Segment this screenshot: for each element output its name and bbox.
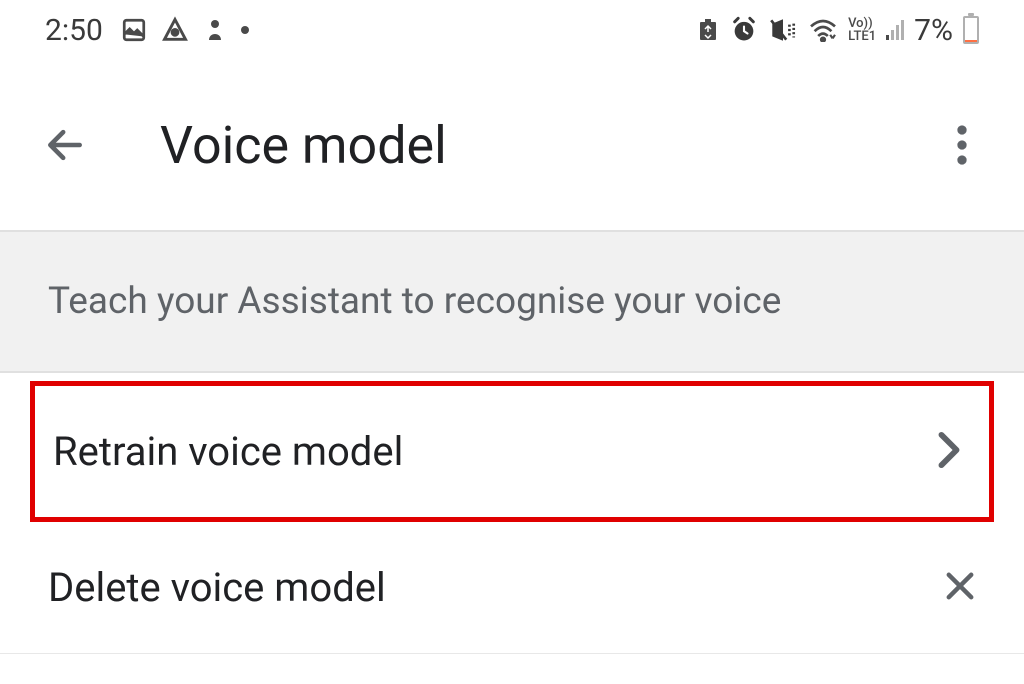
person-icon bbox=[203, 17, 227, 43]
back-arrow-icon bbox=[43, 123, 87, 167]
dot-icon bbox=[241, 26, 249, 34]
alarm-icon bbox=[730, 16, 758, 44]
battery-icon bbox=[963, 16, 979, 44]
image-icon bbox=[121, 17, 147, 43]
vibrate-icon bbox=[768, 17, 798, 43]
battery-percentage: 7% bbox=[914, 13, 953, 48]
chevron-right-icon bbox=[937, 431, 961, 473]
list-item-label: Retrain voice model bbox=[53, 428, 403, 475]
more-vertical-icon bbox=[957, 125, 967, 165]
list-item-label: Delete voice model bbox=[48, 564, 386, 611]
back-button[interactable] bbox=[40, 120, 90, 170]
delete-voice-model-item[interactable]: Delete voice model bbox=[0, 522, 1024, 654]
recycle-icon bbox=[696, 17, 720, 43]
more-options-button[interactable] bbox=[940, 123, 984, 167]
status-right: Vo))LTE1 7% bbox=[696, 13, 979, 48]
lte-indicator: Vo))LTE1 bbox=[848, 17, 876, 43]
status-left: 2:50 bbox=[45, 13, 249, 48]
triangle-icon bbox=[161, 16, 189, 44]
section-header: Teach your Assistant to recognise your v… bbox=[0, 230, 1024, 373]
close-icon bbox=[944, 570, 976, 606]
wifi-icon bbox=[808, 18, 838, 42]
app-bar: Voice model bbox=[0, 60, 1024, 230]
status-bar: 2:50 bbox=[0, 0, 1024, 60]
retrain-voice-model-item[interactable]: Retrain voice model bbox=[30, 381, 994, 522]
signal-icon bbox=[886, 20, 904, 40]
page-title: Voice model bbox=[160, 115, 940, 176]
section-header-text: Teach your Assistant to recognise your v… bbox=[48, 280, 976, 323]
status-time: 2:50 bbox=[45, 13, 103, 48]
